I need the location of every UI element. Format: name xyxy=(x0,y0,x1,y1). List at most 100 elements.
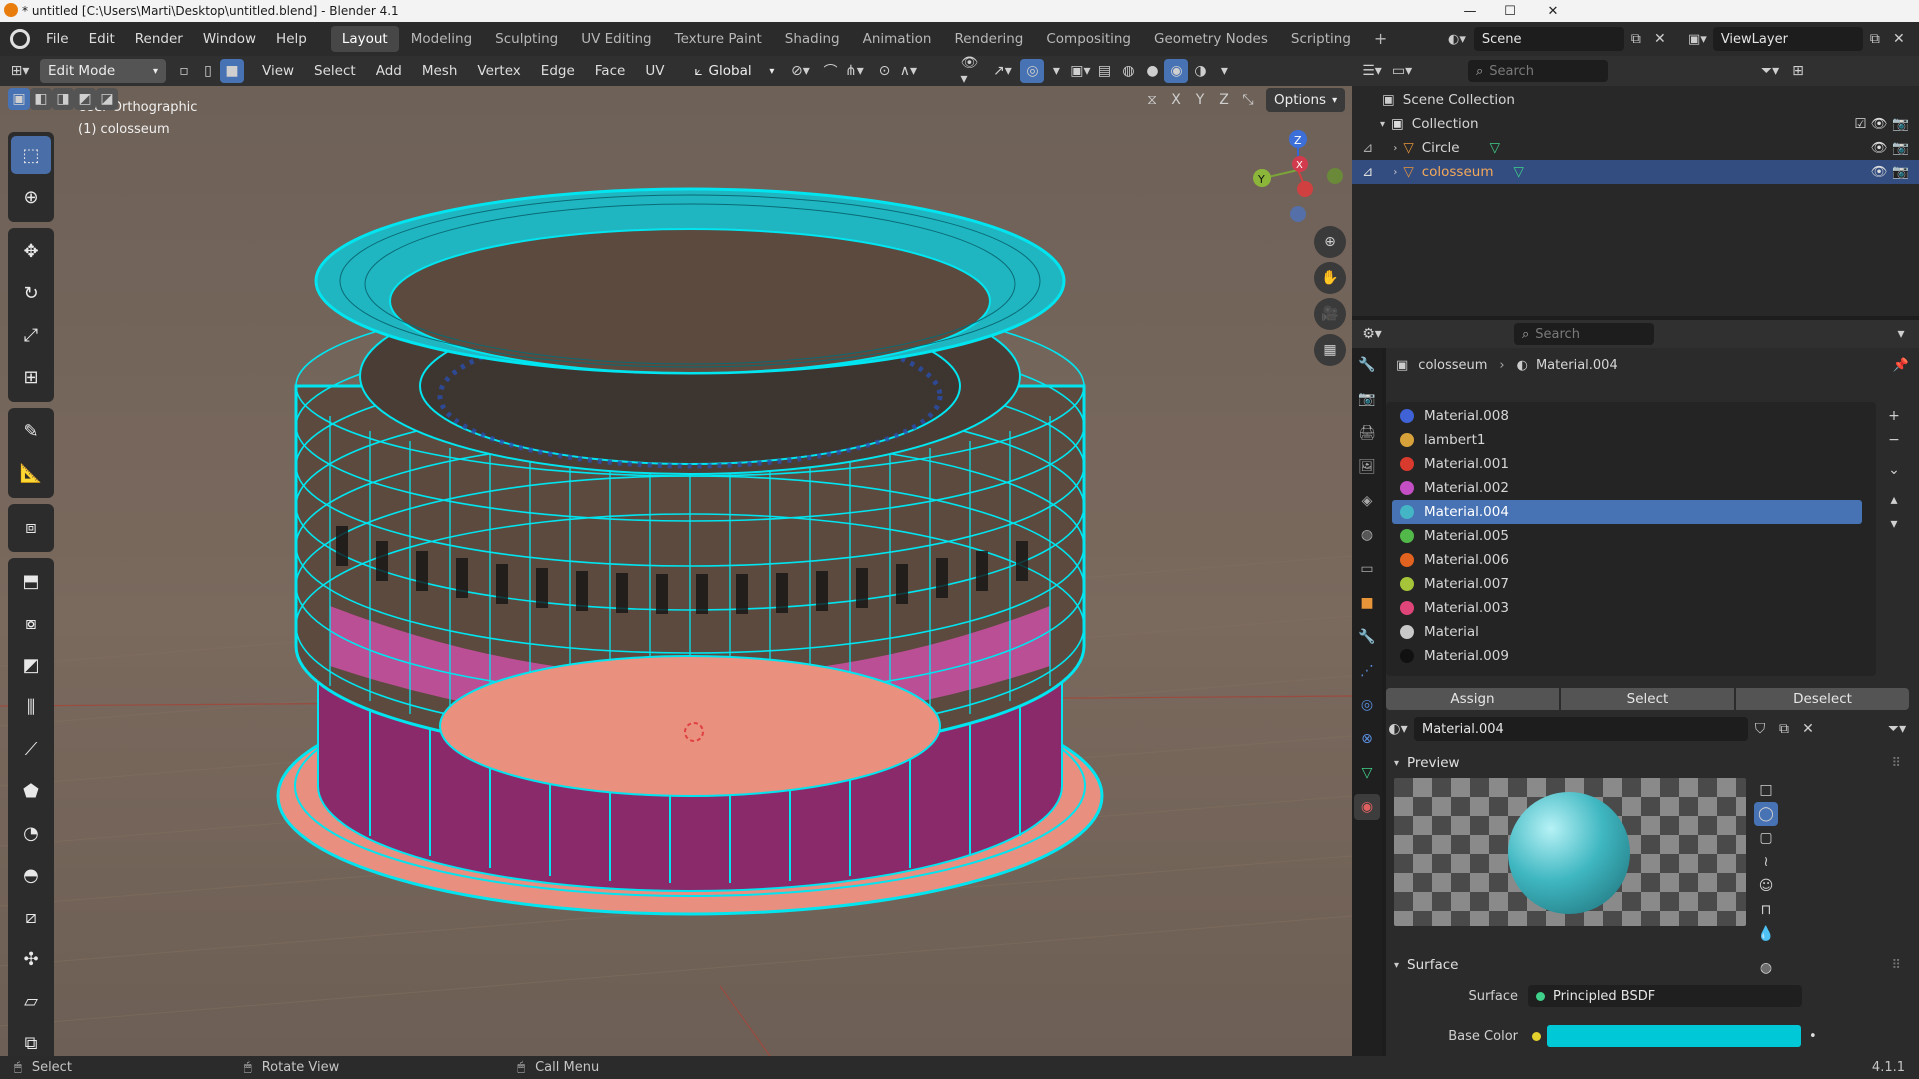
tab-sculpting[interactable]: Sculpting xyxy=(484,26,569,52)
new-view-layer-icon[interactable]: ⧉ xyxy=(1863,27,1887,51)
scene-icon[interactable]: ◐▾ xyxy=(1448,32,1466,47)
drag-handle-icon[interactable]: ⠿ xyxy=(1891,958,1901,973)
menu-add[interactable]: Add xyxy=(366,63,412,79)
maximize-button[interactable]: ☐ xyxy=(1487,0,1533,22)
tab-modeling[interactable]: Modeling xyxy=(400,26,483,52)
wireframe-shading-icon[interactable]: ◍ xyxy=(1116,59,1140,83)
preview-sphere-icon[interactable]: ◯ xyxy=(1754,802,1778,826)
shrink-fatten-tool-icon[interactable]: ✣ xyxy=(11,940,51,978)
editor-type-icon[interactable]: ⊞▾ xyxy=(8,59,32,83)
tab-compositing[interactable]: Compositing xyxy=(1035,26,1142,52)
render-tab-icon[interactable]: 📷 xyxy=(1354,386,1380,412)
data-tab-icon[interactable]: ▽ xyxy=(1354,760,1380,786)
smooth-tool-icon[interactable]: ◓ xyxy=(11,856,51,894)
material-tab-icon[interactable]: ◉ xyxy=(1354,794,1380,820)
zoom-icon[interactable]: ⊕ xyxy=(1314,226,1346,258)
preview-cube-icon[interactable]: ▢ xyxy=(1754,826,1778,850)
auto-merge-icon[interactable]: ⤡ xyxy=(1236,88,1260,112)
poly-build-tool-icon[interactable]: ⬟ xyxy=(11,772,51,810)
collection-row[interactable]: ▾ ▣ Collection ☑ 👁 📷 xyxy=(1352,112,1919,136)
object-tab-icon[interactable]: ■ xyxy=(1354,590,1380,616)
scene-tab-icon[interactable]: ◈ xyxy=(1354,488,1380,514)
keyframe-dot-icon[interactable]: • xyxy=(1809,1029,1817,1044)
mesh-edit-icon[interactable]: ⊿ xyxy=(1362,164,1373,180)
pin-icon[interactable]: 📌 xyxy=(1893,358,1909,373)
preview-panel-header[interactable]: ▾ Preview ⠿ xyxy=(1386,750,1909,776)
properties-editor-icon[interactable]: ⚙▾ xyxy=(1360,322,1384,346)
edge-slide-tool-icon[interactable]: ⧄ xyxy=(11,898,51,936)
vertex-select-icon[interactable]: ▫ xyxy=(172,59,196,83)
view-layer-icon[interactable]: ▣▾ xyxy=(1688,32,1707,47)
select-button[interactable]: Select xyxy=(1561,688,1734,710)
tool-tab-icon[interactable]: 🔧 xyxy=(1354,352,1380,378)
menu-edge[interactable]: Edge xyxy=(531,63,585,79)
material-slot-item[interactable]: Material.009 xyxy=(1392,644,1862,668)
pan-hand-icon[interactable]: ✋ xyxy=(1314,262,1346,294)
select-extend-icon[interactable]: ◧ xyxy=(30,88,52,110)
material-slot-item[interactable]: Material.007 xyxy=(1392,572,1862,596)
solid-shading-icon[interactable]: ● xyxy=(1140,59,1164,83)
material-shading-icon[interactable]: ◉ xyxy=(1164,59,1189,83)
mirror-icon[interactable]: ⧖ xyxy=(1140,88,1164,112)
tab-rendering[interactable]: Rendering xyxy=(943,26,1034,52)
arena-floor[interactable] xyxy=(439,655,941,797)
move-slot-up-icon[interactable]: ▴ xyxy=(1882,488,1906,512)
menu-face[interactable]: Face xyxy=(585,63,636,79)
output-tab-icon[interactable]: 🖨 xyxy=(1354,420,1380,446)
unlink-material-icon[interactable]: ✕ xyxy=(1796,717,1820,741)
checkbox-icon[interactable]: ☑ xyxy=(1854,116,1866,132)
scale-tool-icon[interactable]: ⤢ xyxy=(11,316,51,354)
material-slot-item[interactable]: Material.005 xyxy=(1392,524,1862,548)
camera-icon[interactable]: 📷 xyxy=(1892,140,1909,156)
eye-icon[interactable]: 👁 xyxy=(1871,140,1888,156)
remove-slot-icon[interactable]: − xyxy=(1882,428,1906,452)
measure-tool-icon[interactable]: 📐 xyxy=(11,454,51,492)
face-select-icon[interactable]: ■ xyxy=(220,59,244,83)
eye-icon[interactable]: 👁 xyxy=(1871,116,1888,132)
loop-cut-tool-icon[interactable]: ⫼ xyxy=(11,688,51,726)
view-layer-field[interactable]: ViewLayer xyxy=(1712,27,1863,51)
slot-specials-icon[interactable]: ⌄ xyxy=(1882,458,1906,482)
modifier-tab-icon[interactable]: 🔧 xyxy=(1354,624,1380,650)
cursor-tool-icon[interactable]: ⊕ xyxy=(11,178,51,216)
visibility-icon[interactable]: 👁▾ xyxy=(960,55,984,87)
drag-handle-icon[interactable]: ⠿ xyxy=(1891,756,1901,771)
menu-uv[interactable]: UV xyxy=(635,63,674,79)
surface-shader-field[interactable]: Principled BSDF xyxy=(1528,985,1802,1007)
shear-tool-icon[interactable]: ▱ xyxy=(11,982,51,1020)
expand-chevron-icon[interactable]: ▾ xyxy=(1380,119,1385,130)
material-slot-item[interactable]: Material xyxy=(1392,620,1862,644)
3d-viewport[interactable]: Z Y X User Orthographic (1) colosseum ⊕ … xyxy=(0,86,1352,1056)
properties-search-input[interactable]: ⌕ Search xyxy=(1514,323,1654,345)
select-box-tool-icon[interactable]: ⬚ xyxy=(11,136,51,174)
outliner-editor-icon[interactable]: ☰▾ xyxy=(1360,59,1384,83)
bevel-tool-icon[interactable]: ◩ xyxy=(11,646,51,684)
gizmo-toggle-icon[interactable]: ↗▾ xyxy=(990,59,1014,83)
snap-target-icon[interactable]: ⋔▾ xyxy=(842,59,866,83)
axis-x-toggle[interactable]: X xyxy=(1164,88,1188,112)
outliner-search-input[interactable]: ⌕ Search xyxy=(1468,60,1608,82)
add-workspace-icon[interactable]: + xyxy=(1363,26,1398,52)
collection-tab-icon[interactable]: ▭ xyxy=(1354,556,1380,582)
remove-scene-icon[interactable]: ✕ xyxy=(1648,27,1672,51)
shading-options-icon[interactable]: ▾ xyxy=(1212,59,1236,83)
material-slot-item[interactable]: Material.003 xyxy=(1392,596,1862,620)
move-tool-icon[interactable]: ✥ xyxy=(11,232,51,270)
preview-cloth-icon[interactable]: ⊓ xyxy=(1754,898,1778,922)
xray-icon[interactable]: ▣▾ xyxy=(1068,59,1092,83)
pivot-icon[interactable]: ⊘▾ xyxy=(788,59,812,83)
add-slot-icon[interactable]: + xyxy=(1882,404,1906,428)
view-layer-tab-icon[interactable]: 🖼 xyxy=(1354,454,1380,480)
tab-uv-editing[interactable]: UV Editing xyxy=(570,26,662,52)
preview-monkey-icon[interactable]: ☺ xyxy=(1754,874,1778,898)
menu-window[interactable]: Window xyxy=(193,22,266,56)
camera-icon[interactable]: 📷 xyxy=(1892,164,1909,180)
material-slot-item[interactable]: Material.006 xyxy=(1392,548,1862,572)
menu-help[interactable]: Help xyxy=(266,22,317,56)
preview-plane-icon[interactable]: □ xyxy=(1754,778,1778,802)
menu-select[interactable]: Select xyxy=(304,63,366,79)
viewport-canvas[interactable]: Z Y X xyxy=(0,86,1352,1056)
tab-scripting[interactable]: Scripting xyxy=(1280,26,1362,52)
add-cube-tool-icon[interactable]: ⧈ xyxy=(11,508,51,546)
edge-select-icon[interactable]: ▯ xyxy=(196,59,220,83)
